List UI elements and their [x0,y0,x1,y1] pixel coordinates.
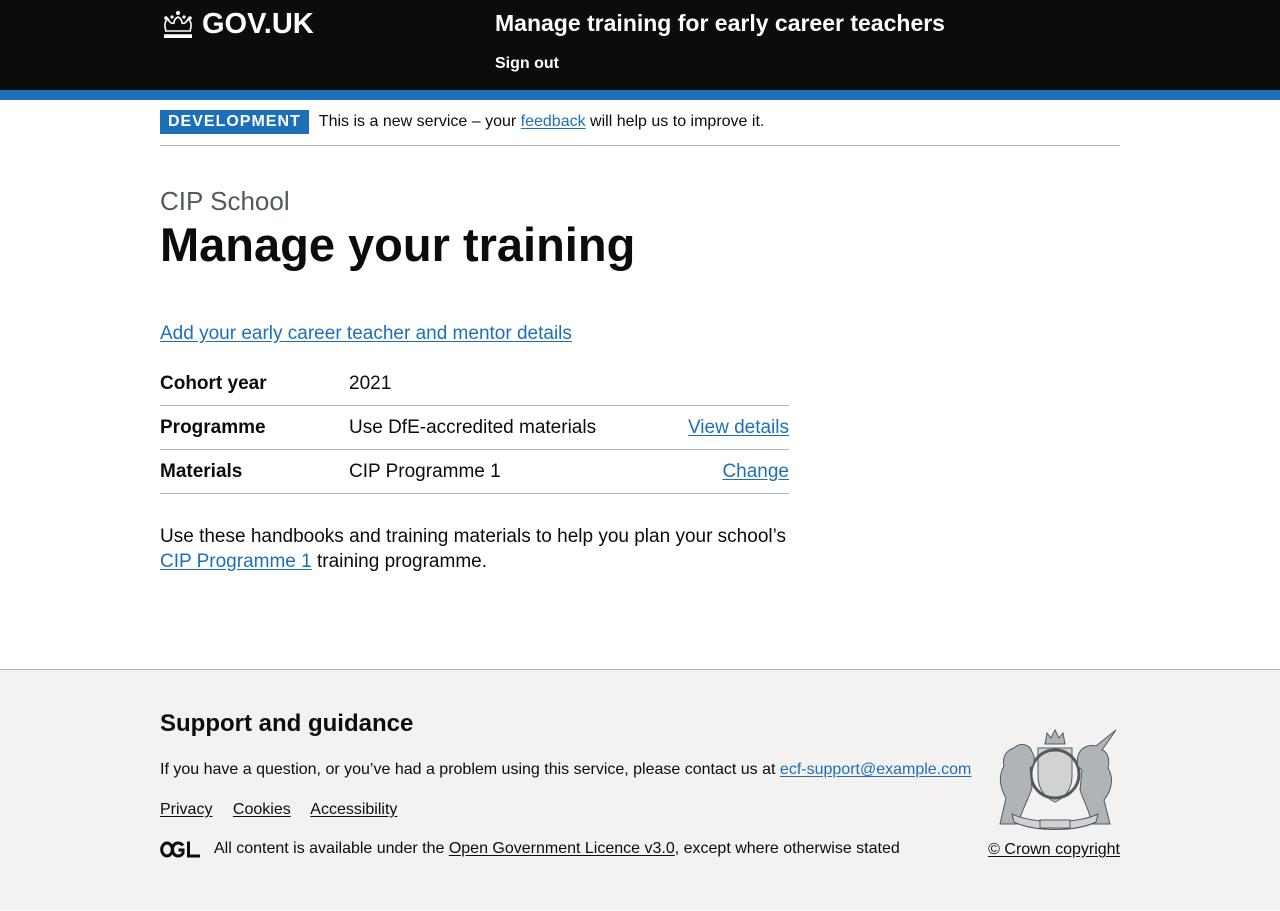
page-title: Manage your training [160,218,636,271]
royal-coat-of-arms-icon [999,728,1117,830]
footer-heading: Support and guidance [160,710,414,737]
licence-text-after: , except where otherwise stated [674,840,900,857]
phase-text-after: will help us to improve it. [585,113,765,130]
phase-text-before: This is a new service – your [318,113,521,130]
ogl-logo-icon [160,840,200,858]
summary-row-programme: Programme Use DfE-accredited materials V… [160,405,789,450]
crown-copyright-link[interactable]: © Crown copyright [988,841,1120,859]
cip-programme-link[interactable]: CIP Programme 1 [160,551,312,572]
summary-value: Use DfE-accredited materials [349,405,662,450]
change-materials-link[interactable]: Change [722,461,789,482]
logo-text: GOV.UK [202,8,314,40]
crown-icon [164,10,192,38]
site-header: GOV.UK Manage training for early career … [0,0,1280,90]
summary-list: Cohort year 2021 Programme Use DfE-accre… [160,372,789,494]
sign-out-link[interactable]: Sign out [495,55,559,73]
summary-value: 2021 [349,372,662,406]
phase-text: This is a new service – your feedback wi… [319,113,765,131]
phase-tag: DEVELOPMENT [160,110,309,134]
add-ect-mentor-link[interactable]: Add your early career teacher and mentor… [160,323,572,345]
footer-link-privacy[interactable]: Privacy [160,801,212,818]
view-details-link[interactable]: View details [688,417,789,438]
footer-contact: If you have a question, or you’ve had a … [160,761,971,779]
body-paragraph: Use these handbooks and training materia… [160,524,789,574]
ogl-licence-link[interactable]: Open Government Licence v3.0 [449,840,675,858]
body-text-before: Use these handbooks and training materia… [160,525,786,547]
body-text-after: training programme. [311,550,487,572]
service-name-link[interactable]: Manage training for early career teacher… [495,10,945,37]
summary-key: Cohort year [160,372,349,406]
summary-action-empty [661,372,789,406]
footer-link-cookies[interactable]: Cookies [233,801,291,818]
footer-links: Privacy Cookies Accessibility [160,801,413,819]
summary-key: Materials [160,449,349,494]
summary-row-cohort-year: Cohort year 2021 [160,372,789,406]
summary-key: Programme [160,405,349,450]
phase-banner: DEVELOPMENT This is a new service – your… [160,100,1120,146]
feedback-link[interactable]: feedback [521,113,586,130]
summary-value: CIP Programme 1 [349,449,662,494]
govuk-logo-link[interactable]: GOV.UK [160,8,314,41]
header-blue-bar [0,90,1280,100]
support-email-link[interactable]: ecf-support@example.com [780,761,971,778]
summary-row-materials: Materials CIP Programme 1 Change [160,449,789,494]
site-footer: Support and guidance If you have a quest… [0,669,1280,910]
licence-text-before: All content is available under the [214,840,445,857]
page-caption: CIP School [160,186,290,216]
footer-licence: All content is available under the Open … [160,840,900,858]
footer-link-accessibility[interactable]: Accessibility [310,801,397,818]
contact-text: If you have a question, or you’ve had a … [160,761,780,778]
